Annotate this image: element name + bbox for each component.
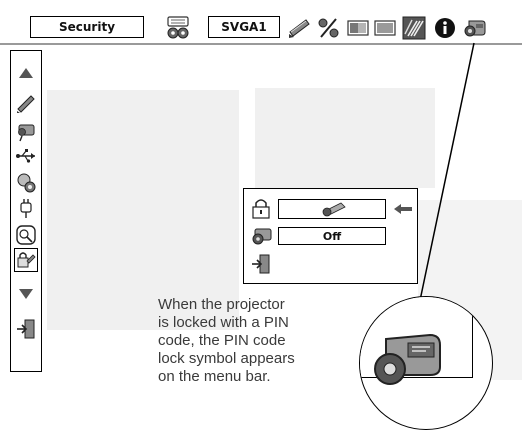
magnified-pin-lock-icon xyxy=(368,329,446,389)
magnifier-circle xyxy=(359,296,493,430)
